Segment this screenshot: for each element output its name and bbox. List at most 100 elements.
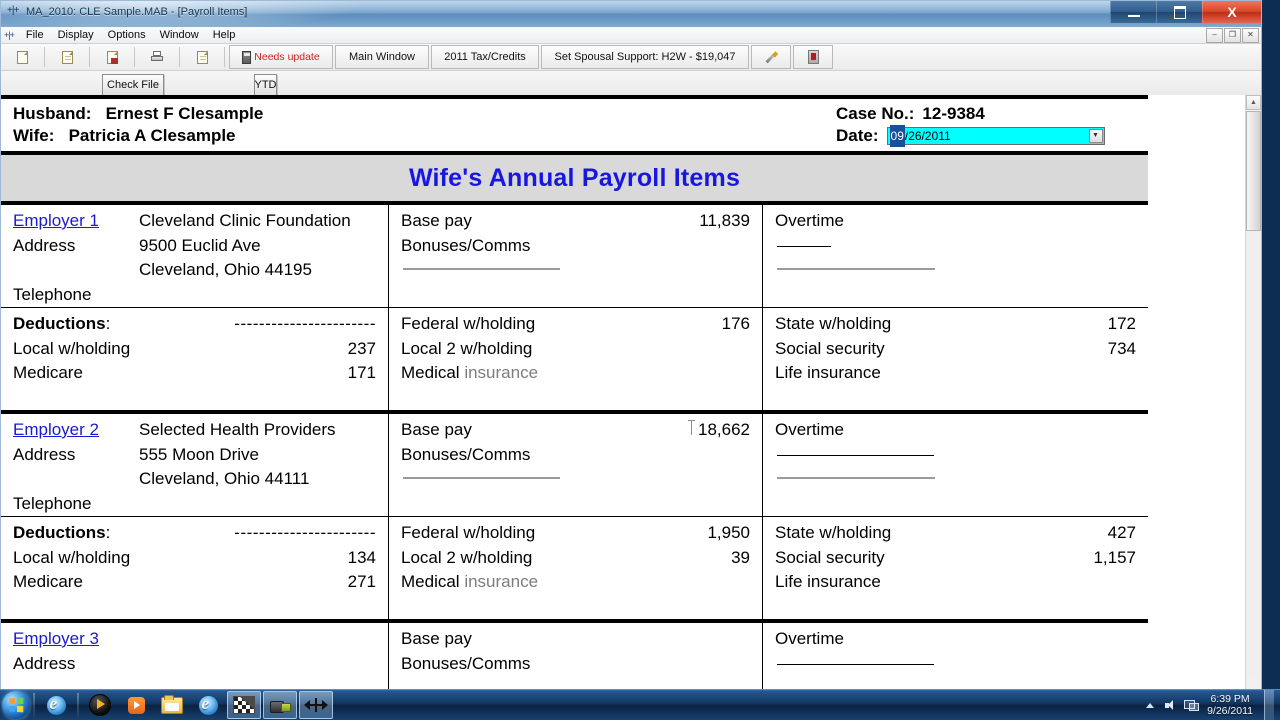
scrollbar-thumb[interactable] [1246,111,1261,231]
needs-update-button[interactable]: Needs update [229,45,333,69]
horizontal-arrows-icon [304,698,328,712]
show-hidden-icons-icon[interactable] [1143,698,1157,712]
employer-2-federal-wh-value[interactable]: 1,950 [707,521,762,546]
employer-2-pay-column: Base pay 18,662 Bonuses/Comms Federal w/… [389,414,763,619]
husband-name[interactable]: Ernest F Clesample [106,104,264,123]
tax-credits-button[interactable]: 2011 Tax/Credits [431,45,539,69]
employer-2-base-pay-row: Base pay 18,662 [401,418,762,443]
employer-1-address-row: Address 9500 Euclid Ave [13,234,388,259]
mdi-close-button[interactable]: ✕ [1242,28,1259,43]
show-desktop-button[interactable] [1264,690,1274,720]
date-row: Date: 09/26/2011 ▼ [836,125,1105,147]
taskbar-media-player-classic[interactable] [119,691,153,719]
start-button[interactable] [2,691,30,719]
date-rest-part: /26/2011 [904,129,951,143]
insurance-label: insurance [464,572,539,591]
red-book-button[interactable] [793,45,833,69]
mdi-system-icon[interactable]: +|+ [4,30,15,40]
employer-1-address1[interactable]: 9500 Euclid Ave [139,234,388,259]
employer-2-address1[interactable]: 555 Moon Drive [139,443,388,468]
employer-1-social-security-value[interactable]: 734 [1108,337,1148,362]
menu-window[interactable]: Window [153,28,206,43]
employer-3-bonuses-row: Bonuses/Comms [401,652,762,677]
spousal-support-button[interactable]: Set Spousal Support: H2W - $19,047 [541,45,749,69]
local-wh-label: Local w/holding [13,547,131,567]
employer-2-name[interactable]: Selected Health Providers [139,418,388,443]
employer-2-deductions-row: Deductions: ----------------------- [13,521,388,546]
ytd-button[interactable]: YTD [254,74,277,96]
taskbar-mab-app[interactable] [299,691,333,719]
taskbar-media-player[interactable] [83,691,117,719]
highlighter-button[interactable] [751,45,791,69]
new-file-button[interactable] [4,45,40,69]
print-preview-button[interactable] [184,45,220,69]
employer-1-local2-wh-row: Local 2 w/holding [401,337,762,362]
menu-options[interactable]: Options [101,28,153,43]
volume-icon[interactable] [1164,699,1177,712]
employer-1-base-pay-value[interactable]: 11,839 [699,209,762,234]
vertical-scrollbar[interactable]: ▲ [1245,95,1261,691]
mdi-minimize-button[interactable]: – [1206,28,1223,43]
system-tray: 6:39 PM 9/26/2011 [1143,690,1280,720]
network-icon[interactable] [1184,699,1200,711]
window-title-bar[interactable]: MA_2010: CLE Sample.MAB - [Payroll Items… [1,1,1261,27]
scrollbar-track[interactable] [1246,231,1261,676]
overtime-label: Overtime [775,420,844,439]
menu-help[interactable]: Help [206,28,243,43]
mdi-restore-button[interactable]: ❐ [1224,28,1241,43]
print-button[interactable] [139,45,175,69]
employer-1-name[interactable]: Cleveland Clinic Foundation [139,209,388,234]
taskbar-internet-explorer-quicklaunch[interactable] [39,691,73,719]
wife-name[interactable]: Patricia A Clesample [69,126,236,145]
husband-row: Husband: Ernest F Clesample [13,103,263,125]
maximize-restore-button[interactable] [1156,1,1202,23]
menu-file[interactable]: File [19,28,51,43]
minimize-button[interactable] [1110,1,1156,23]
taskbar-camtasia[interactable] [263,691,297,719]
address-label: Address [13,444,76,464]
employer-1-state-wh-value[interactable]: 172 [1108,312,1148,337]
pay-subtotal-rule [403,467,560,479]
employer-1-federal-wh-row: Federal w/holding 176 [401,312,762,337]
employer-1-local-wh-value[interactable]: 237 [348,337,388,362]
employer-2-base-pay-value[interactable]: 18,662 [688,418,762,443]
date-input[interactable]: 09/26/2011 ▼ [886,125,1105,147]
menu-bar: +|+ File Display Options Window Help – ❐… [1,27,1261,44]
employer-1-link[interactable]: Employer 1 [13,211,99,230]
clock-date: 9/26/2011 [1207,705,1253,717]
employer-2-other-rule-row [775,443,1148,468]
date-label: Date: [836,126,879,145]
employer-2-social-security-value[interactable]: 1,157 [1093,546,1148,571]
taskbar-image-editor[interactable] [227,691,261,719]
scroll-up-button[interactable]: ▲ [1246,95,1261,110]
employer-1-other-rule-row [775,234,1148,259]
date-dropdown-button[interactable]: ▼ [1088,129,1103,143]
social-security-label: Social security [775,338,885,358]
employer-1-federal-wh-value[interactable]: 176 [722,312,762,337]
check-file-button[interactable]: Check File [102,74,164,96]
husband-label: Husband: [13,104,92,123]
close-button[interactable]: X [1202,1,1261,23]
employer-1-medicare-value[interactable]: 171 [348,361,388,386]
employer-2-state-wh-value[interactable]: 427 [1108,521,1148,546]
employer-1-address2[interactable]: Cleveland, Ohio 44195 [139,258,388,283]
employer-1-other-ded-spacer [775,386,1148,411]
clock[interactable]: 6:39 PM 9/26/2011 [1205,693,1253,717]
employer-1-pay-column: Base pay 11,839 Bonuses/Comms Federal w/… [389,205,763,410]
employer-2-medicare-value[interactable]: 271 [348,570,388,595]
case-number-value[interactable]: 12-9384 [922,103,984,125]
menu-display[interactable]: Display [51,28,101,43]
taskbar-internet-explorer[interactable] [191,691,225,719]
preview-document-icon [196,50,208,64]
employer-3-link[interactable]: Employer 3 [13,629,99,648]
employer-2-local2-wh-value[interactable]: 39 [731,546,762,571]
local2-wh-label: Local 2 w/holding [401,338,533,358]
main-window-button[interactable]: Main Window [335,45,429,69]
employer-2-address2[interactable]: Cleveland, Ohio 44111 [139,467,388,492]
employer-2-local-wh-value[interactable]: 134 [348,546,388,571]
open-file-button[interactable] [49,45,85,69]
employer-2-link[interactable]: Employer 2 [13,420,99,439]
deductions-colon: : [105,314,111,333]
save-file-button[interactable] [94,45,130,69]
taskbar-explorer[interactable] [155,691,189,719]
